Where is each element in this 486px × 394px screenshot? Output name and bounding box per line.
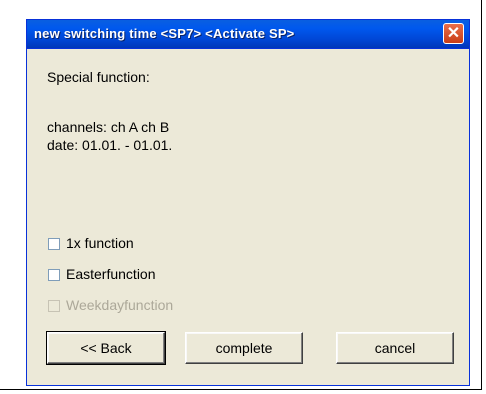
title-bar[interactable]: new switching time <SP7> <Activate SP> ✕	[27, 20, 469, 49]
cancel-button[interactable]: cancel	[336, 332, 454, 364]
dialog-window: new switching time <SP7> <Activate SP> ✕…	[26, 19, 470, 386]
close-icon: ✕	[446, 25, 461, 42]
back-button[interactable]: << Back	[46, 331, 166, 365]
window-title: new switching time <SP7> <Activate SP>	[34, 26, 295, 41]
channels-text: channels: ch A ch B	[47, 119, 170, 135]
one-time-function-checkbox[interactable]	[48, 238, 60, 250]
weekday-function-checkbox	[48, 300, 60, 312]
weekday-function-label: Weekdayfunction	[66, 297, 174, 313]
close-button[interactable]: ✕	[443, 23, 464, 44]
one-time-function-label[interactable]: 1x function	[66, 235, 134, 251]
date-text: date: 01.01. - 01.01.	[47, 137, 173, 153]
easter-function-label[interactable]: Easterfunction	[66, 266, 156, 282]
special-function-heading: Special function:	[47, 69, 150, 85]
easter-function-checkbox[interactable]	[48, 269, 60, 281]
complete-button[interactable]: complete	[185, 332, 303, 364]
